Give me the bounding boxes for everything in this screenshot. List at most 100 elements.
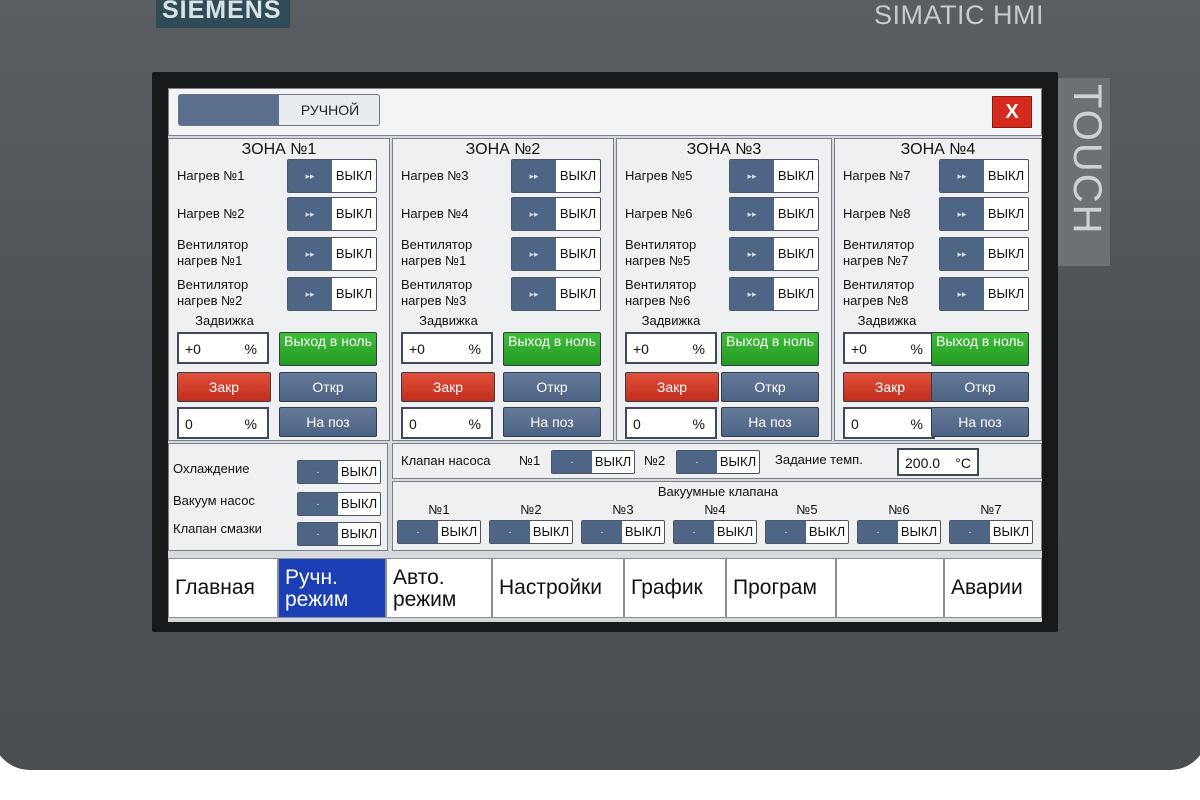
- toggle-state: ВЫКЛ: [340, 526, 378, 541]
- vacuum-valve-toggle[interactable]: - ВЫКЛ: [673, 520, 757, 544]
- position-value: +0: [185, 341, 201, 357]
- toggle-state: ВЫКЛ: [624, 524, 662, 539]
- heater-toggle[interactable]: ▸▸ ВЫКЛ: [729, 277, 819, 311]
- heater-label: Нагрев №5: [625, 168, 693, 183]
- heater-label: Нагрев №4: [401, 206, 469, 221]
- heater-toggle[interactable]: ▸▸ ВЫКЛ: [729, 237, 819, 271]
- heater-toggle[interactable]: ▸▸ ВЫКЛ: [939, 159, 1029, 193]
- nav-button-2[interactable]: Ручн. режим: [278, 558, 386, 618]
- temp-setpoint-input[interactable]: 200.0 °C: [897, 448, 979, 476]
- heater-toggle[interactable]: ▸▸ ВЫКЛ: [729, 197, 819, 231]
- heater-toggle[interactable]: ▸▸ ВЫКЛ: [287, 277, 377, 311]
- vacuum-valve-toggle[interactable]: - ВЫКЛ: [765, 520, 849, 544]
- valve-setpoint-input[interactable]: 0 %: [401, 407, 493, 439]
- toggle-knob-icon: ▸▸: [730, 238, 774, 270]
- toggle-state: ВЫКЛ: [716, 524, 754, 539]
- goto-position-button[interactable]: На поз: [279, 407, 377, 437]
- nav-button-7[interactable]: [836, 558, 944, 618]
- nav-button-3[interactable]: Авто. режим: [386, 558, 492, 618]
- toggle-knob-icon: ▸▸: [940, 278, 984, 310]
- open-valve-button[interactable]: Откр: [279, 372, 377, 402]
- nav-button-8[interactable]: Аварии: [944, 558, 1042, 618]
- heater-label: Нагрев №3: [401, 168, 469, 183]
- valve-position-display: +0 %: [177, 332, 269, 364]
- heater-toggle[interactable]: ▸▸ ВЫКЛ: [287, 159, 377, 193]
- goto-position-button[interactable]: На поз: [931, 407, 1029, 437]
- goto-position-button[interactable]: На поз: [503, 407, 601, 437]
- toggle-state: ВЫКЛ: [777, 168, 815, 183]
- nav-button-4[interactable]: Настройки: [492, 558, 624, 618]
- home-zero-button[interactable]: Выход в ноль: [279, 332, 377, 366]
- temp-unit: °C: [955, 455, 971, 471]
- position-value: +0: [409, 341, 425, 357]
- goto-position-button[interactable]: На поз: [721, 407, 819, 437]
- pump-valve-2-label: №2: [644, 453, 666, 468]
- vacuum-pump-toggle[interactable]: - ВЫКЛ: [297, 492, 381, 516]
- heater-label: Вентилятор нагрев №6: [625, 277, 697, 308]
- pump-valve-2-toggle[interactable]: - ВЫКЛ: [676, 450, 760, 474]
- heater-toggle[interactable]: ▸▸ ВЫКЛ: [511, 237, 601, 271]
- toggle-state: ВЫКЛ: [559, 246, 597, 261]
- setpoint-unit: %: [244, 416, 257, 432]
- toggle-state: ВЫКЛ: [777, 206, 815, 221]
- heater-toggle[interactable]: ▸▸ ВЫКЛ: [511, 277, 601, 311]
- toggle-state: ВЫКЛ: [340, 496, 378, 511]
- home-zero-button[interactable]: Выход в ноль: [503, 332, 601, 366]
- vacuum-valve-label: №6: [888, 502, 910, 517]
- vacuum-valve-toggle[interactable]: - ВЫКЛ: [397, 520, 481, 544]
- heater-toggle[interactable]: ▸▸ ВЫКЛ: [287, 237, 377, 271]
- nav-button-6[interactable]: Програм: [726, 558, 836, 618]
- toggle-state: ВЫКЛ: [777, 286, 815, 301]
- toggle-state: ВЫКЛ: [987, 286, 1025, 301]
- close-valve-button[interactable]: Закр: [177, 372, 271, 402]
- valve-position-display: +0 %: [625, 332, 717, 364]
- zone-panel-2: ЗОНА №2 Нагрев №3 ▸▸ ВЫКЛ Нагрев №4 ▸▸ ВЫ…: [392, 138, 614, 441]
- home-zero-button[interactable]: Выход в ноль: [721, 332, 819, 366]
- vacuum-valve-label: №4: [704, 502, 726, 517]
- open-valve-button[interactable]: Откр: [931, 372, 1029, 402]
- vacuum-valves-title: Вакуумные клапана: [657, 484, 779, 499]
- toggle-knob-icon: ▸▸: [512, 160, 556, 192]
- toggle-knob-icon: ▸▸: [512, 278, 556, 310]
- toggle-knob-icon: ▸▸: [288, 278, 332, 310]
- nav-button-1[interactable]: Главная: [168, 558, 278, 618]
- vacuum-valve-toggle[interactable]: - ВЫКЛ: [489, 520, 573, 544]
- vacuum-valve-toggle[interactable]: - ВЫКЛ: [857, 520, 941, 544]
- heater-toggle[interactable]: ▸▸ ВЫКЛ: [511, 197, 601, 231]
- valve-setpoint-input[interactable]: 0 %: [625, 407, 717, 439]
- cooling-toggle[interactable]: - ВЫКЛ: [297, 460, 381, 484]
- heater-toggle[interactable]: ▸▸ ВЫКЛ: [287, 197, 377, 231]
- pump-valve-1-toggle[interactable]: - ВЫКЛ: [551, 450, 635, 474]
- open-valve-button[interactable]: Откр: [503, 372, 601, 402]
- home-zero-button[interactable]: Выход в ноль: [931, 332, 1029, 366]
- zone-title: ЗОНА №3: [686, 141, 762, 158]
- setpoint-value: 0: [633, 416, 641, 432]
- close-valve-button[interactable]: Закр: [843, 372, 937, 402]
- toggle-state: ВЫКЛ: [987, 168, 1025, 183]
- vacuum-valve-toggle[interactable]: - ВЫКЛ: [581, 520, 665, 544]
- touch-label: TOUCH: [1058, 78, 1110, 266]
- open-valve-button[interactable]: Откр: [721, 372, 819, 402]
- heater-toggle[interactable]: ▸▸ ВЫКЛ: [939, 277, 1029, 311]
- close-valve-button[interactable]: Закр: [625, 372, 719, 402]
- toggle-state: ВЫКЛ: [559, 168, 597, 183]
- heater-toggle[interactable]: ▸▸ ВЫКЛ: [939, 197, 1029, 231]
- heater-toggle[interactable]: ▸▸ ВЫКЛ: [729, 159, 819, 193]
- mode-toggle-button[interactable]: РУЧНОЙ: [178, 94, 380, 126]
- toggle-state: ВЫКЛ: [992, 524, 1030, 539]
- nav-button-5[interactable]: График: [624, 558, 726, 618]
- valve-label: Задвижка: [641, 313, 701, 328]
- position-unit: %: [244, 341, 257, 357]
- close-valve-button[interactable]: Закр: [401, 372, 495, 402]
- lube-valve-toggle[interactable]: - ВЫКЛ: [297, 522, 381, 546]
- valve-setpoint-input[interactable]: 0 %: [843, 407, 935, 439]
- valve-setpoint-input[interactable]: 0 %: [177, 407, 269, 439]
- utilities-panel: Охлаждение - ВЫКЛ Вакуум насос - ВЫКЛ Кл…: [168, 443, 388, 551]
- vacuum-valve-toggle[interactable]: - ВЫКЛ: [949, 520, 1033, 544]
- close-button[interactable]: X: [992, 96, 1032, 128]
- heater-toggle[interactable]: ▸▸ ВЫКЛ: [939, 237, 1029, 271]
- toggle-knob-icon: ▸▸: [940, 238, 984, 270]
- position-value: +0: [851, 341, 867, 357]
- heater-toggle[interactable]: ▸▸ ВЫКЛ: [511, 159, 601, 193]
- vacuum-valves-panel: Вакуумные клапана №1 - ВЫКЛ №2 - ВЫКЛ №3 - ВЫ…: [392, 481, 1042, 551]
